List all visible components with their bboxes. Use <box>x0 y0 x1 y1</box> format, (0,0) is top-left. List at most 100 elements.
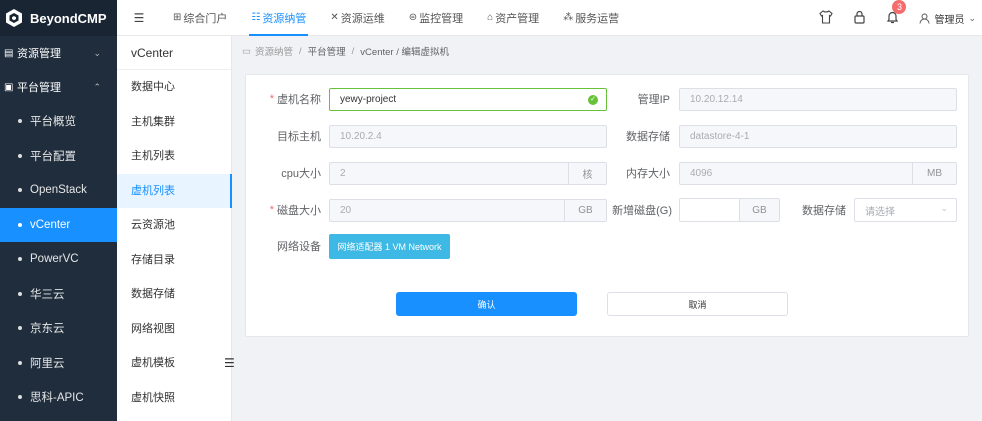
menu-group-platform[interactable]: ▣ 平台管理 ⌃ <box>0 70 117 104</box>
submenu-item-vm-list[interactable]: 虚机列表 <box>117 173 232 208</box>
tab-service-ops[interactable]: ⁂ 服务运营 <box>551 0 631 36</box>
submenu-item-resource-pool[interactable]: 云资源池 <box>117 208 231 243</box>
mgmt-ip-field: 10.20.12.14 <box>679 88 957 111</box>
sidebar-item-label: 思科-APIC <box>30 392 84 405</box>
submenu-item-datastore[interactable]: 数据存储 <box>117 277 231 312</box>
sidebar-item-vcenter[interactable]: vCenter <box>0 207 117 242</box>
sidebar-item-openstack[interactable]: OpenStack <box>0 173 117 208</box>
cancel-button[interactable]: 取消 <box>607 292 788 316</box>
bell-icon[interactable]: 3 <box>886 0 907 27</box>
check-circle-icon: ✓ <box>588 95 598 105</box>
chevron-down-icon: ⌄ <box>93 47 101 58</box>
label-text: 磁盘大小 <box>277 205 321 217</box>
bullet-icon <box>18 395 22 400</box>
mgmt-ip-label: 管理IP <box>637 94 670 106</box>
brand-name: BeyondCMP <box>30 10 107 26</box>
tab-label: 资源纳管 <box>262 12 307 25</box>
chevron-down-icon: ⌄ <box>968 12 976 23</box>
disk-size-label: * 磁盘大小 <box>246 198 321 222</box>
cpu-unit: 核 <box>568 163 606 184</box>
sidebar-item-label: PowerVC <box>30 253 79 266</box>
breadcrumb-separator: / <box>299 45 302 57</box>
user-menu[interactable]: 管理员 ⌄ <box>919 11 976 26</box>
tab-resource-mgmt[interactable]: ☷ 资源纳管 <box>239 0 318 36</box>
vcenter-submenu: vCenter 数据中心 主机集群 主机列表 虚机列表 云资源池 存储目录 数据… <box>117 36 232 421</box>
breadcrumb-item[interactable]: 平台管理 <box>308 44 346 58</box>
input-value: 2 <box>340 168 346 179</box>
menu-group-label: 资源管理 <box>17 48 61 60</box>
sidebar-item-cisco-apic[interactable]: 思科-APIC <box>0 380 117 415</box>
tab-monitor[interactable]: ⊜ 监控管理 <box>397 0 475 36</box>
new-disk-label: 新增磁盘(G) <box>612 205 672 217</box>
menu-group-resource[interactable]: ▤ 资源管理 ⌄ <box>0 36 117 70</box>
chevron-up-icon: ⌃ <box>93 81 101 92</box>
submenu-item-storage-dir[interactable]: 存储目录 <box>117 243 231 278</box>
target-host-field: 10.20.2.4 <box>329 125 607 148</box>
logo-icon <box>6 9 22 27</box>
monitor-icon: ▭ <box>242 45 251 57</box>
sidebar-item-label: 华三云 <box>30 288 65 301</box>
menu-group-label: 平台管理 <box>17 82 61 94</box>
submenu-item-vm-template[interactable]: 虚机模板 <box>117 346 231 381</box>
sidebar-item-config[interactable]: 平台配置 <box>0 139 117 174</box>
breadcrumb-item[interactable]: 资源纳管 <box>255 44 293 58</box>
sidebar-item-aliyun[interactable]: 阿里云 <box>0 346 117 381</box>
target-host-label: 目标主机 <box>277 131 321 143</box>
sidebar-item-jdcloud[interactable]: 京东云 <box>0 311 117 346</box>
user-icon <box>919 13 930 24</box>
portal-icon: ⊞ <box>173 12 182 23</box>
label-text: 虚机名称 <box>277 94 321 106</box>
new-disk-unit: GB <box>739 199 779 221</box>
disk-unit: GB <box>564 200 606 221</box>
submenu-item-host-cluster[interactable]: 主机集群 <box>117 105 231 140</box>
header-actions: 3 管理员 ⌄ <box>819 0 976 36</box>
brand[interactable]: BeyondCMP <box>0 0 117 36</box>
platform-icon: ▣ <box>4 82 14 93</box>
submenu-item-network-view[interactable]: 网络视图 <box>117 312 231 347</box>
datastore-label: 数据存储 <box>626 131 670 143</box>
required-mark: * <box>269 204 274 216</box>
submenu-item-host-list[interactable]: 主机列表 <box>117 139 231 174</box>
vm-name-input[interactable]: yewy-project ✓ <box>329 88 607 111</box>
submenu-item-datacenter[interactable]: 数据中心 <box>117 70 231 105</box>
disk-datastore-label: 数据存储 <box>802 205 846 217</box>
confirm-button[interactable]: 确认 <box>396 292 577 316</box>
bullet-icon <box>18 326 22 331</box>
monitor-icon: ⊜ <box>408 12 418 23</box>
collapse-submenu-icon[interactable]: ☰ <box>224 356 235 370</box>
sidebar-item-overview[interactable]: 平台概览 <box>0 104 117 139</box>
sidebar-item-label: OpenStack <box>30 184 87 197</box>
tab-label: 监控管理 <box>419 12 464 25</box>
chevron-down-icon: ⌄ <box>940 203 948 213</box>
memory-label: 内存大小 <box>626 168 670 180</box>
lock-icon[interactable] <box>853 10 866 27</box>
bullet-icon <box>18 188 22 193</box>
top-header: ☰ ⊞ 综合门户 ☷ 资源纳管 ✕ 资源运维 ⊜ 监控管理 ⌂ 资产管理 ⁂ 服务运营 3 … <box>117 0 982 36</box>
tab-assets[interactable]: ⌂ 资产管理 <box>475 0 551 36</box>
network-adapter-button[interactable]: 网络适配器 1 VM Network <box>329 234 450 259</box>
breadcrumb-separator: / <box>351 45 355 57</box>
breadcrumb-current: vCenter / 编辑虚拟机 <box>360 47 449 58</box>
tab-label: 资产管理 <box>495 12 540 25</box>
tab-resource-ops[interactable]: ✕ 资源运维 <box>318 0 396 36</box>
shirt-icon[interactable] <box>819 9 834 27</box>
bullet-icon <box>18 153 22 158</box>
sidebar-item-label: vCenter <box>30 218 71 231</box>
memory-unit: MB <box>912 163 956 184</box>
datastore-field: datastore-4-1 <box>679 125 957 148</box>
input-value: 20 <box>340 205 352 216</box>
memory-field: 4096 MB <box>679 162 957 185</box>
tools-icon: ✕ <box>330 12 339 23</box>
bullet-icon <box>18 291 22 296</box>
bullet-icon <box>18 257 22 262</box>
disk-datastore-select[interactable]: 请选择 ⌄ <box>854 198 957 222</box>
bullet-icon <box>18 119 22 124</box>
sidebar-item-h3c[interactable]: 华三云 <box>0 277 117 312</box>
tab-portal[interactable]: ⊞ 综合门户 <box>161 0 239 36</box>
main-sidebar: BeyondCMP ▤ 资源管理 ⌄ ▣ 平台管理 ⌃ 平台概览 平台配置 Op… <box>0 0 117 421</box>
sidebar-item-powervc[interactable]: PowerVC <box>0 242 117 277</box>
sidebar-item-label: 阿里云 <box>30 357 65 370</box>
new-disk-input[interactable]: GB <box>679 198 780 222</box>
submenu-item-vm-snapshot[interactable]: 虚机快照 <box>117 381 231 416</box>
menu-toggle-icon[interactable]: ☰ <box>117 11 161 25</box>
